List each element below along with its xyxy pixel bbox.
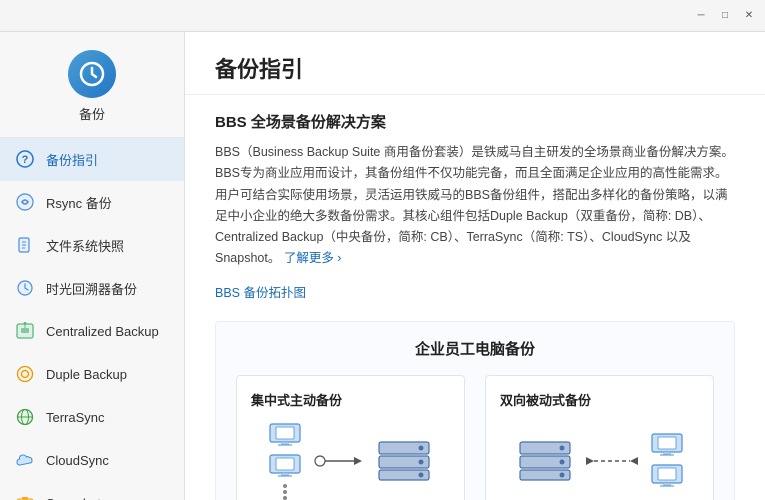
intro-text: BBS（Business Backup Suite 商用备份套装）是铁威马自主研…	[215, 142, 735, 270]
sidebar-item-label-terrasync: TerraSync	[46, 410, 105, 425]
sidebar-item-label-duple: Duple Backup	[46, 367, 127, 382]
minimize-button[interactable]: ─	[693, 8, 709, 24]
bidirectional-arrow	[582, 451, 642, 471]
titlebar: ─ □ ✕	[0, 0, 765, 32]
topology-link[interactable]: BBS 备份拓扑图	[215, 282, 306, 301]
sidebar-item-label-time-rewind: 时光回溯器备份	[46, 279, 137, 298]
sidebar-item-label-file-snapshot: 文件系统快照	[46, 236, 124, 255]
sidebar-item-cloudsync[interactable]: CloudSync	[0, 439, 184, 482]
question-icon: ?	[14, 148, 36, 170]
file-icon	[14, 234, 36, 256]
page-title: 备份指引	[215, 52, 735, 84]
sidebar-item-backup-guide[interactable]: ? 备份指引	[0, 138, 184, 181]
enterprise-section: 企业员工电脑备份 集中式主动备份	[215, 321, 735, 500]
bidirectional-diagram	[500, 421, 699, 500]
sidebar-item-rsync-backup[interactable]: Rsync 备份	[0, 181, 184, 224]
rsync-icon	[14, 191, 36, 213]
snapshot-icon	[14, 492, 36, 500]
intro-section-title: BBS 全场景备份解决方案	[215, 111, 735, 132]
sidebar-item-label-backup-guide: 备份指引	[46, 150, 98, 169]
clock-icon	[14, 277, 36, 299]
centralized-mode-card: 集中式主动备份	[236, 375, 465, 500]
main-layout: 备份 ? 备份指引 Rsync 备份	[0, 32, 765, 500]
forward-arrow	[310, 453, 367, 469]
dots-indicator	[283, 484, 287, 500]
sidebar-item-terrasync[interactable]: TerraSync	[0, 396, 184, 439]
duple-icon	[14, 363, 36, 385]
enterprise-section-title: 企业员工电脑备份	[236, 338, 714, 359]
close-button[interactable]: ✕	[741, 8, 757, 24]
server-icon	[375, 438, 433, 484]
sidebar-item-time-rewind[interactable]: 时光回溯器备份	[0, 267, 184, 310]
sidebar: 备份 ? 备份指引 Rsync 备份	[0, 32, 185, 500]
maximize-button[interactable]: □	[717, 8, 733, 24]
bidirectional-mode-title: 双向被动式备份	[500, 390, 699, 409]
app-icon	[68, 50, 116, 98]
centralized-diagram	[251, 421, 450, 500]
cloud-icon	[14, 449, 36, 471]
learn-more-link[interactable]: 了解更多 ›	[284, 251, 342, 265]
svg-text:?: ?	[22, 154, 29, 166]
centralized-icon	[14, 320, 36, 342]
sidebar-item-file-snapshot[interactable]: 文件系统快照	[0, 224, 184, 267]
backup-modes: 集中式主动备份	[236, 375, 714, 500]
computer-icon-2	[268, 453, 302, 479]
sidebar-item-snapshot[interactable]: Snapshot	[0, 482, 184, 500]
sidebar-header: 备份	[0, 32, 184, 138]
sidebar-app-title: 备份	[79, 104, 105, 123]
bidirectional-mode-card: 双向被动式备份	[485, 375, 714, 500]
sidebar-item-label-cloudsync: CloudSync	[46, 453, 109, 468]
centralized-mode-title: 集中式主动备份	[251, 390, 450, 409]
computer-icon-1	[268, 422, 302, 448]
content-body: BBS 全场景备份解决方案 BBS（Business Backup Suite …	[185, 95, 765, 500]
sidebar-item-duple-backup[interactable]: Duple Backup	[0, 353, 184, 396]
computer-icon-4	[650, 463, 684, 489]
server-icon-2	[516, 438, 574, 484]
computer-icon-3	[650, 432, 684, 458]
sidebar-item-label-centralized: Centralized Backup	[46, 324, 159, 339]
terra-icon	[14, 406, 36, 428]
content-header: 备份指引	[185, 32, 765, 95]
content-area: 备份指引 BBS 全场景备份解决方案 BBS（Business Backup S…	[185, 32, 765, 500]
sidebar-item-label-snapshot: Snapshot	[46, 496, 101, 500]
sidebar-item-label-rsync: Rsync 备份	[46, 193, 112, 212]
sidebar-item-centralized-backup[interactable]: Centralized Backup	[0, 310, 184, 353]
